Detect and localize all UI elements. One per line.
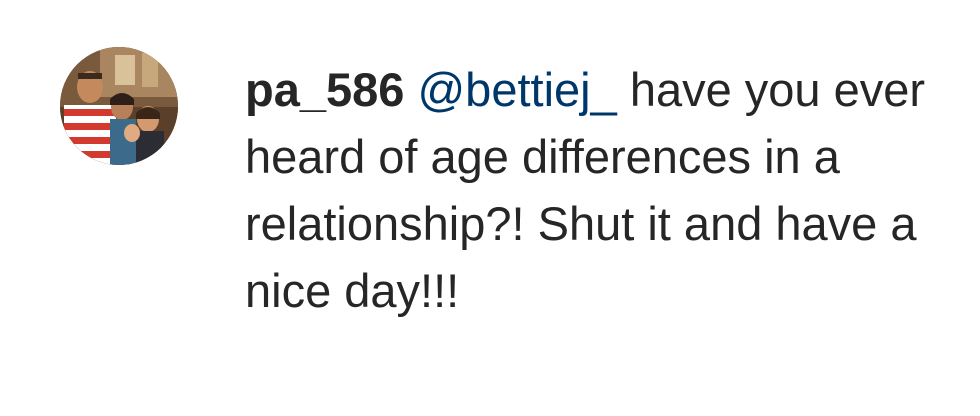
- avatar[interactable]: [60, 47, 178, 165]
- comment-body: pa_586 @bettiej_ have you ever heard of …: [245, 56, 945, 324]
- comment-mention[interactable]: @bettiej_: [417, 63, 616, 116]
- profile-photo-icon: [60, 47, 178, 165]
- comment-username[interactable]: pa_586: [245, 63, 404, 116]
- comment-item: pa_586 @bettiej_ have you ever heard of …: [0, 0, 980, 416]
